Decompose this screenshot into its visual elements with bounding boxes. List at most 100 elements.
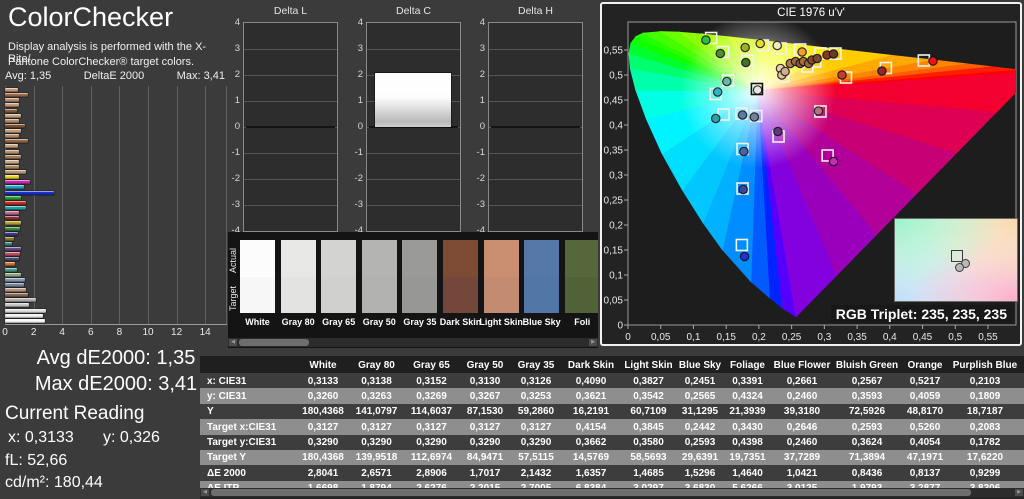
cie-x-tick-label: 0,2 [752, 332, 766, 343]
delta-y-tick-label: -3 [231, 199, 240, 210]
table-column-header: Gray 50 [459, 356, 511, 373]
cie-measured-point [739, 251, 750, 262]
table-cell: 0,3542 [633, 390, 664, 402]
table-cell: 0,3133 [307, 375, 339, 387]
color-swatch: Light Skin [479, 240, 523, 327]
cie-x-tick-label: 0,45 [913, 332, 933, 343]
table-cell: 0,3127 [307, 421, 339, 433]
table-cell: 0,2460 [786, 390, 818, 402]
cie-x-tick-label: 0 [625, 332, 631, 343]
swatch-label: Light Skin [479, 317, 523, 327]
table-cell: 29,6391 [681, 452, 719, 464]
avg-de2000-reading: Avg dE2000: 1,35 [36, 347, 196, 369]
color-swatch-box [564, 240, 598, 313]
color-swatch: Gray 35 [402, 240, 438, 327]
swatch-actual-half [361, 240, 397, 277]
swatch-actual-half [321, 240, 357, 277]
swatch-label: Gray 65 [322, 317, 356, 327]
swatch-scroll-thumb[interactable] [239, 339, 309, 346]
delta-y-tick-label: 3 [479, 43, 485, 54]
table-cell: 0,2593 [684, 437, 716, 449]
delta-y-tick-label: 3 [357, 43, 363, 54]
table-cell: 0,3127 [469, 421, 501, 433]
table-cell: 0,3152 [416, 375, 447, 387]
cie-measured-point [837, 70, 847, 80]
cie-measured-point [755, 38, 766, 49]
colorchecker-app: ColorChecker Display analysis is perform… [0, 0, 1024, 499]
table-cell: 72,5926 [848, 406, 886, 418]
table-scroll-thumb[interactable] [211, 489, 971, 496]
cie-measured-point [749, 112, 760, 122]
cie-y-tick-label: 0 [617, 321, 623, 332]
reading-cdm2: cd/m²: 180,44 [5, 474, 103, 491]
cie-measured-point [772, 40, 783, 51]
table-cell: 0,3593 [851, 390, 883, 402]
table-scrollbar[interactable]: ◀ ▶ [200, 488, 1024, 497]
delta-gridline [244, 179, 337, 180]
delta-y-tick-label: 4 [479, 17, 485, 28]
de2000-bar [5, 247, 22, 252]
color-swatch-box [240, 240, 275, 313]
table-cell: 0,2083 [969, 421, 1001, 433]
table-scroll-right-icon[interactable]: ▶ [1015, 489, 1023, 496]
swatch-scrollbar[interactable]: ◀ ▶ [228, 338, 598, 347]
color-swatch: Blue Sky [523, 240, 561, 327]
table-cell: 114,6037 [410, 406, 453, 418]
delta-y-tick-label: 4 [357, 17, 363, 28]
table-cell: 0,2451 [684, 375, 716, 387]
table-cell: 47,1971 [906, 452, 944, 464]
table-column-header: Light Skin [621, 356, 676, 373]
cie-x-tick-label: 0,05 [651, 332, 671, 343]
cie-x-tick-label: 0,1 [686, 332, 700, 343]
de2000-bar [5, 216, 20, 221]
swatch-scroll-right-icon[interactable]: ▶ [589, 339, 597, 346]
delta-y-tick-label: -2 [354, 173, 363, 184]
table-cell: 1,7017 [469, 467, 501, 479]
table-cell: 0,2460 [786, 437, 818, 449]
swatch-label: Gray 50 [362, 317, 396, 327]
table-row-label: x: CIE31 [207, 375, 247, 387]
cie-measured-point [701, 35, 711, 45]
table-cell: 60,7109 [630, 406, 667, 418]
table-cell: 0,4154 [575, 421, 607, 433]
color-swatch: Foli [564, 240, 598, 327]
table-column-header: Foliage [724, 356, 771, 373]
de2000-bar [5, 113, 22, 118]
de2000-bar [5, 267, 18, 272]
de2000-axis-tick-label: 0 [2, 327, 8, 338]
table-cell: 0,3845 [633, 421, 664, 433]
cie-1976-panel: 0 0,05 0,1 0,15 0,2 0,25 0,3 0,35 0,4 0,45 0,5 0,55… [600, 2, 1022, 346]
swatch-actual-half [402, 240, 438, 277]
cie-y-tick-label: 0,1 [609, 271, 623, 282]
table-cell: 0,3580 [633, 437, 664, 449]
table-cell: 16,2191 [572, 406, 610, 418]
de2000-bar [5, 282, 24, 287]
de2000-bar [5, 211, 20, 216]
delta-gridline [367, 153, 460, 154]
table-cell: 21,3939 [729, 406, 766, 418]
table-cell: 58,5693 [630, 452, 667, 464]
swatch-actual-half [483, 240, 519, 277]
delta-y-tick-label: 1 [357, 95, 363, 106]
table-cell: 0,4059 [909, 390, 941, 402]
de2000-bar [5, 180, 31, 185]
de2000-bar [5, 154, 21, 159]
table-cell: 0,3126 [520, 375, 552, 387]
de2000-bar [5, 288, 27, 293]
table-cell: 0,8137 [909, 467, 941, 479]
delta-gridline [244, 101, 337, 102]
table-row-label: ΔE 2000 [207, 467, 246, 479]
de2000-chart-header: Avg: 1,35 DeltaE 2000 Max: 3,41 [5, 70, 225, 82]
table-cell: 0,4324 [732, 390, 763, 402]
swatch-scroll-left-icon[interactable]: ◀ [229, 339, 237, 346]
swatch-actual-half [524, 240, 560, 277]
swatch-actual-half [240, 240, 275, 277]
delta-gridline [489, 205, 582, 206]
delta-gridline [244, 153, 337, 154]
swatch-row-label-target: Target [228, 285, 238, 311]
table-cell: 0,3263 [361, 390, 392, 402]
table-row: Target Y 180,4368 139,9518 112,6974 84,9471 5… [200, 449, 1024, 466]
cie-y-tick-label: 0,05 [604, 296, 624, 307]
table-scroll-left-icon[interactable]: ◀ [201, 489, 209, 496]
delta-y-tick-label: 1 [234, 95, 240, 106]
